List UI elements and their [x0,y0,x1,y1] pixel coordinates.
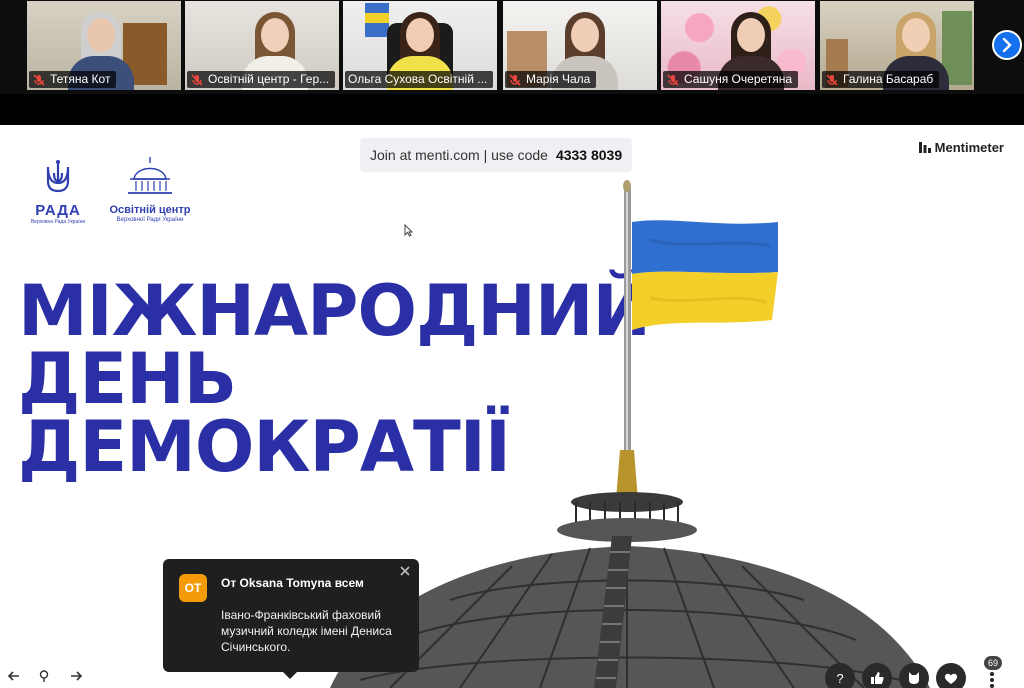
osvitniy-logo-sub: Верховної Ради України [116,217,184,223]
participant-tile[interactable]: Тетяна Кот [27,1,181,90]
mic-muted-icon [509,73,521,86]
location-pin-button[interactable] [34,666,54,686]
participant-tile[interactable]: Сашуня Очеретяна [661,1,815,90]
previous-slide-button[interactable] [4,666,24,686]
shared-screen-slide: Join at menti.com | use code 4333 8039 M… [0,125,1024,688]
chat-message-toast[interactable]: OT От Oksana Tomyna всем Івано-Франківсь… [163,559,419,679]
osvitniy-centr-logo: Освітній центр Верховної Ради України [100,157,200,224]
rada-logo-sub: Верховна Рада України [30,219,86,225]
participant-name-tag: Сашуня Очеретяна [663,71,799,88]
mouse-cursor-icon [404,224,413,237]
participant-name-tag: Тетяна Кот [29,71,117,88]
participant-name-tag: Ольга Сухова Освітній ... [345,71,494,88]
more-options-button[interactable] [986,672,998,688]
more-dot [990,678,994,682]
join-instructions: Join at menti.com | use code 4333 8039 [360,138,633,172]
participant-name-tag: Освітній центр - Гер... [187,71,336,88]
chat-sender: От Oksana Tomyna всем [221,576,364,590]
pin-icon [39,670,49,682]
trident-icon [46,160,70,193]
video-meeting-window: Тетяна Кот Освітній центр - Гер... Ольга… [0,0,1024,688]
mentimeter-logo-icon [918,142,931,153]
thumbs-up-reaction-button[interactable] [862,663,892,688]
arrow-left-icon [8,671,19,681]
cat-reaction-button[interactable] [899,663,929,688]
sender-avatar: OT [179,574,207,602]
mic-muted-icon [667,73,679,86]
brand-name: Mentimeter [934,140,1004,155]
participant-strip: Тетяна Кот Освітній центр - Гер... Ольга… [0,0,1024,94]
participant-name: Сашуня Очеретяна [684,72,793,86]
question-icon: ? [836,670,844,686]
chat-message-text: Івано-Франківський фаховий музичний коле… [221,608,392,654]
next-participants-button[interactable] [992,30,1022,60]
mic-muted-icon [33,73,45,86]
parliament-dome-icon [128,157,172,194]
participant-tile[interactable]: Освітній центр - Гер... [185,1,339,90]
thumbs-up-icon [871,672,884,684]
join-text: Join at menti.com | use code [370,147,548,163]
more-dot [990,684,994,688]
arrow-right-icon [71,671,82,681]
chevron-right-icon [1002,38,1012,52]
close-icon[interactable] [399,565,411,577]
participant-name: Ольга Сухова Освітній ... [348,72,488,86]
join-code: 4333 8039 [555,147,623,163]
ukrainian-flag [632,220,778,330]
screen-share-divider [0,94,1024,125]
participant-name: Освітній центр - Гер... [208,72,330,86]
participant-name: Тетяна Кот [50,72,111,86]
participant-tile[interactable]: Марія Чала [503,1,657,90]
participant-name: Галина Басараб [843,72,934,86]
participant-name-tag: Марія Чала [505,71,597,88]
participant-name: Марія Чала [526,72,591,86]
question-reaction-button[interactable]: ? [825,663,855,688]
mic-muted-icon [191,73,203,86]
rada-logo: РАДА Верховна Рада України [28,159,88,225]
next-slide-button[interactable] [66,666,86,686]
osvitniy-logo-word: Освітній центр [109,204,191,216]
heart-reaction-button[interactable] [936,663,966,688]
reaction-count-badge: 69 [984,656,1002,670]
participant-name-tag: Галина Басараб [822,71,940,88]
rada-logo-word: РАДА [35,202,81,219]
cat-icon [909,672,919,684]
participant-tile[interactable]: Галина Басараб [820,1,974,90]
heart-icon [944,673,958,684]
participant-tile-active-speaker[interactable]: Ольга Сухова Освітній ... [343,1,497,90]
mentimeter-brand: Mentimeter [918,140,1004,155]
more-dot [990,672,994,676]
mic-muted-icon [826,73,838,86]
